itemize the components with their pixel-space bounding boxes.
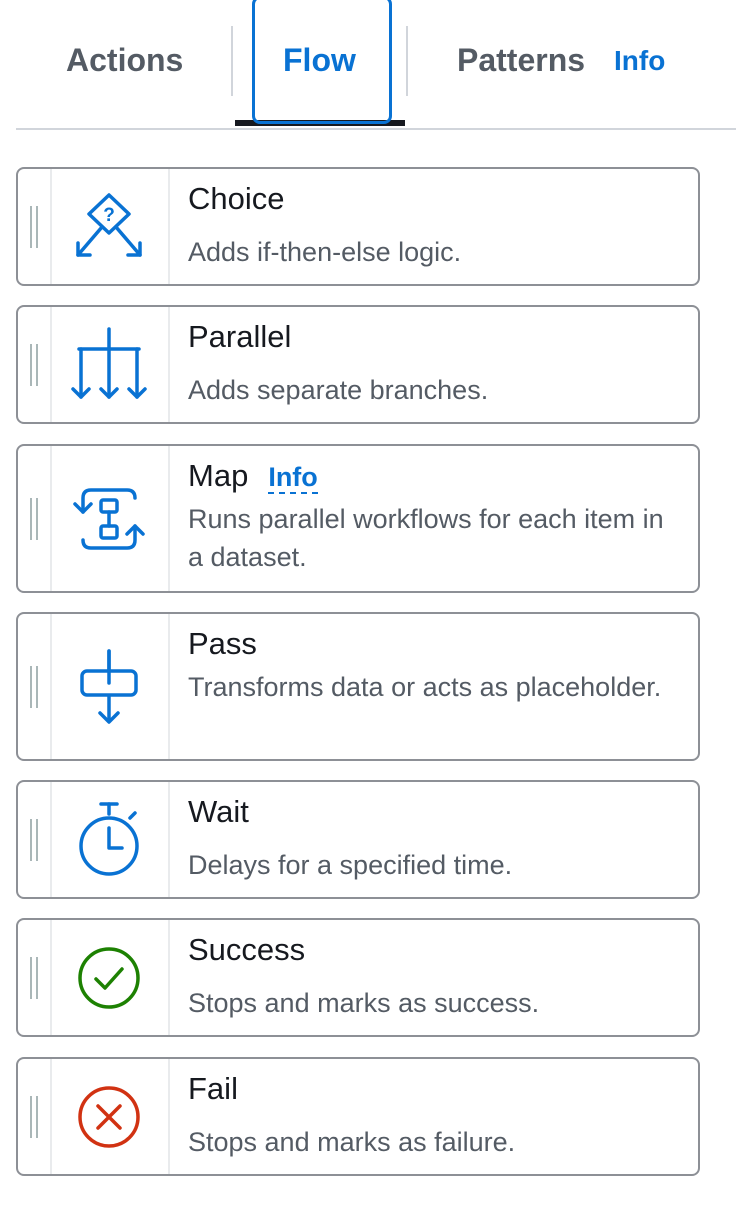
- state-description: Stops and marks as failure.: [188, 1127, 516, 1157]
- tab-flow[interactable]: Flow: [283, 42, 356, 79]
- state-title: Fail: [188, 1071, 238, 1106]
- patterns-info-link[interactable]: Info: [614, 45, 665, 77]
- drag-handle[interactable]: [18, 920, 52, 1035]
- state-description: Runs parallel workflows for each item in…: [188, 504, 664, 572]
- drag-handle[interactable]: [18, 614, 52, 759]
- state-card-map[interactable]: Map Info Runs parallel workflows for eac…: [16, 444, 700, 593]
- state-title: Parallel: [188, 319, 292, 354]
- tab-divider: [406, 26, 408, 96]
- stopwatch-icon: [50, 782, 170, 897]
- state-card-wait[interactable]: Wait Delays for a specified time.: [16, 780, 700, 899]
- state-description: Stops and marks as success.: [188, 988, 540, 1018]
- map-info-link[interactable]: Info: [268, 462, 318, 494]
- tab-bar: Actions Flow Patterns Info: [16, 0, 736, 130]
- choice-icon: ?: [50, 169, 170, 284]
- state-card-choice[interactable]: ? Choice Adds if-then-else logic.: [16, 167, 700, 286]
- drag-handle[interactable]: [18, 1059, 52, 1174]
- pass-icon: [50, 614, 170, 759]
- drag-handle[interactable]: [18, 782, 52, 897]
- state-description: Delays for a specified time.: [188, 850, 513, 880]
- state-card-pass[interactable]: Pass Transforms data or acts as placehol…: [16, 612, 700, 761]
- drag-handle[interactable]: [18, 169, 52, 284]
- state-description: Adds if-then-else logic.: [188, 237, 462, 267]
- state-title: Wait: [188, 794, 249, 829]
- drag-handle[interactable]: [18, 307, 52, 422]
- map-icon: [50, 446, 170, 591]
- state-description: Adds separate branches.: [188, 375, 489, 405]
- state-title: Success: [188, 932, 306, 967]
- drag-handle[interactable]: [18, 446, 52, 591]
- tab-patterns[interactable]: Patterns: [457, 42, 585, 79]
- parallel-icon: [50, 307, 170, 422]
- tab-actions[interactable]: Actions: [66, 42, 183, 79]
- state-title: Map: [188, 458, 249, 493]
- state-card-fail[interactable]: Fail Stops and marks as failure.: [16, 1057, 700, 1176]
- state-description: Transforms data or acts as placeholder.: [188, 672, 662, 702]
- check-circle-icon: [50, 920, 170, 1035]
- state-card-success[interactable]: Success Stops and marks as success.: [16, 918, 700, 1037]
- svg-text:?: ?: [103, 205, 115, 226]
- x-circle-icon: [50, 1059, 170, 1174]
- state-title: Pass: [188, 626, 257, 661]
- tab-divider: [231, 26, 233, 96]
- state-card-parallel[interactable]: Parallel Adds separate branches.: [16, 305, 700, 424]
- state-title: Choice: [188, 181, 285, 216]
